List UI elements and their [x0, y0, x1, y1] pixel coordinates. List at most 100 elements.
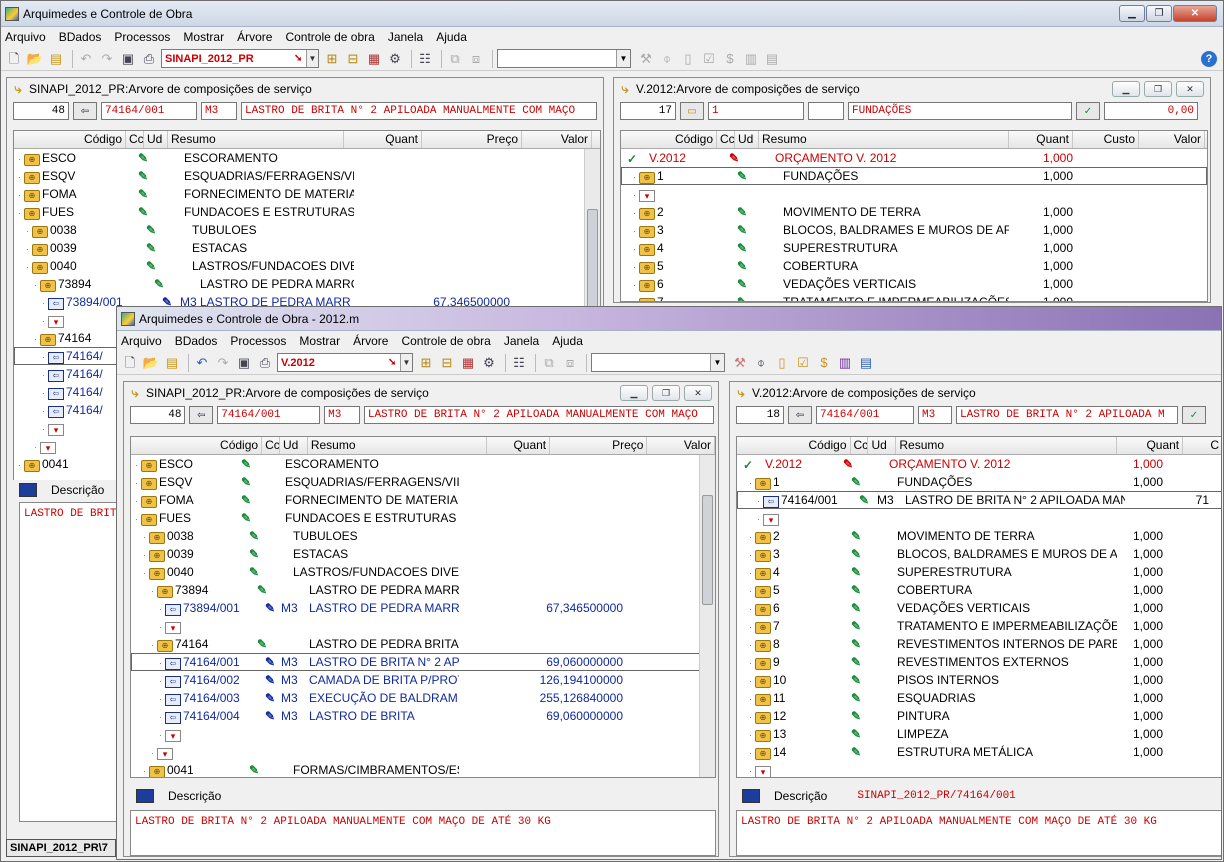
record-count-field[interactable]: 18: [736, 406, 784, 424]
child-minimize-button[interactable]: ▁: [1112, 81, 1140, 97]
tree-row[interactable]: · ⊕ 0040 ✎ LASTROS/FUNDACOES DIVE: [131, 563, 715, 581]
undo-icon[interactable]: ↶: [77, 50, 95, 68]
unit-field[interactable]: [808, 102, 844, 120]
code-field[interactable]: 74164/001: [217, 406, 321, 424]
composition-icon[interactable]: ✎: [263, 602, 277, 614]
menu-mostrar[interactable]: Mostrar: [183, 30, 224, 44]
composition-icon[interactable]: ✎: [849, 530, 863, 542]
record-count-field[interactable]: 48: [13, 102, 69, 120]
folder-icon[interactable]: ⊕: [639, 243, 655, 256]
menu-arvore[interactable]: Árvore: [237, 30, 272, 44]
service-item-icon[interactable]: ⇦: [48, 369, 64, 382]
chevron-down-icon[interactable]: ▼: [306, 50, 318, 67]
folder-icon[interactable]: ⊕: [141, 459, 157, 472]
folder-icon[interactable]: ⊕: [755, 693, 771, 706]
menu-bdados[interactable]: BDados: [59, 30, 102, 44]
folder-icon[interactable]: ⊕: [149, 549, 165, 562]
col-cc[interactable]: Cc: [262, 437, 280, 454]
tree-view-icon[interactable]: ☷: [510, 354, 528, 372]
check-doc-icon[interactable]: ☑: [794, 354, 812, 372]
menu-controle-de-obra[interactable]: Controle de obra: [401, 334, 490, 348]
tree-row[interactable]: · ▾: [131, 725, 715, 743]
add-item-icon[interactable]: ▾: [40, 441, 56, 454]
tree-add-icon[interactable]: ⊞: [417, 354, 435, 372]
report-icon[interactable]: ▦: [459, 354, 477, 372]
folder-icon[interactable]: ⊕: [157, 585, 173, 598]
tree-row[interactable]: · ⊕ 2 ✎ MOVIMENTO DE TERRA 1,000: [737, 527, 1221, 545]
database-icon[interactable]: ▤: [47, 50, 65, 68]
window-cascade-icon[interactable]: ⧈: [467, 50, 485, 68]
money-icon[interactable]: $: [721, 50, 739, 68]
composition-icon[interactable]: ✎: [144, 242, 158, 254]
composition-icon[interactable]: ✎: [144, 224, 158, 236]
tree-row[interactable]: · ⊕ 2 ✎ MOVIMENTO DE TERRA 1,000: [621, 203, 1207, 221]
folder-tree-icon[interactable]: ⊟: [344, 50, 362, 68]
composition-icon[interactable]: ✎: [849, 602, 863, 614]
composition-icon[interactable]: ✎: [144, 260, 158, 272]
folder-icon[interactable]: ⊕: [24, 207, 40, 220]
menu-ajuda[interactable]: Ajuda: [552, 334, 583, 348]
col-ud[interactable]: Ud: [144, 131, 168, 148]
col-preco[interactable]: Preço: [550, 437, 648, 454]
tree-row[interactable]: · ⊕ 73894 ✎ LASTRO DE PEDRA MARRC: [14, 275, 600, 293]
child-maximize-button[interactable]: ❐: [1144, 81, 1172, 97]
service-item-icon[interactable]: ⇦: [48, 297, 64, 310]
tree-row[interactable]: · ▾: [737, 509, 1221, 527]
col-resumo[interactable]: Resumo: [759, 131, 1009, 148]
tree-add-icon[interactable]: ⊞: [323, 50, 341, 68]
composition-icon[interactable]: ✎: [255, 638, 269, 650]
col-quant[interactable]: Quant: [344, 131, 422, 148]
tree-row[interactable]: · ⇦ 74164/001 ✎ M3 LASTRO DE BRITA N° 2 AP 69,…: [131, 653, 715, 671]
folder-icon[interactable]: ⊕: [40, 279, 56, 292]
tree-row[interactable]: · ⊕ 11 ✎ ESQUADRIAS 1,000: [737, 689, 1221, 707]
composition-icon[interactable]: ✎: [841, 458, 855, 470]
redo-icon[interactable]: ↷: [214, 354, 232, 372]
open-folder-icon[interactable]: 📂: [142, 354, 160, 372]
record-count-field[interactable]: 17: [620, 102, 676, 120]
composition-icon[interactable]: ✎: [152, 278, 166, 290]
tree-row[interactable]: · ⊕ ESCO ✎ ESCORAMENTO: [131, 455, 715, 473]
menu-processos[interactable]: Processos: [114, 30, 170, 44]
composition-icon[interactable]: ✎: [247, 548, 261, 560]
composition-icon[interactable]: ✎: [849, 548, 863, 560]
save-icon[interactable]: ▣: [235, 354, 253, 372]
composition-icon[interactable]: ✎: [849, 728, 863, 740]
col-resumo[interactable]: Resumo: [308, 437, 487, 454]
col-codigo[interactable]: Código: [621, 131, 717, 148]
database-selector[interactable]: SINAPI_2012_PR ➘ ▼: [161, 49, 319, 68]
budget-icon[interactable]: ✓: [1182, 406, 1206, 424]
add-item-icon[interactable]: ▾: [165, 621, 181, 634]
tree-row[interactable]: · ⊕ 1 ✎ FUNDAÇÕES 1,000: [737, 473, 1221, 491]
tree-row[interactable]: · ⊕ 4 ✎ SUPERESTRUTURA 1,000: [737, 563, 1221, 581]
calc-icon[interactable]: ⚙: [386, 50, 404, 68]
service-item-icon[interactable]: ⇦: [165, 657, 181, 670]
folder-icon[interactable]: ⊕: [755, 603, 771, 616]
folder-icon[interactable]: ⊕: [24, 171, 40, 184]
tree-row[interactable]: · ⊕ 9 ✎ REVESTIMENTOS EXTERNOS 1,000: [737, 653, 1221, 671]
tree-row[interactable]: · ⊕ 0038 ✎ TUBULOES: [131, 527, 715, 545]
folder-icon[interactable]: ⊕: [24, 459, 40, 472]
tree-row[interactable]: · ⊕ 1 ✎ FUNDAÇÕES 1,000: [621, 167, 1207, 185]
budget-root-icon[interactable]: ✓: [625, 153, 639, 165]
menu-janela[interactable]: Janela: [388, 30, 423, 44]
tree-row[interactable]: · ⇦ 74164/001 ✎ M3 LASTRO DE BRITA N° 2 APILO…: [737, 491, 1221, 509]
composition-tree-grid[interactable]: Código Cc Ud Resumo Quant Preço Valor · ⊕…: [130, 436, 716, 778]
database-icon[interactable]: ▤: [163, 354, 181, 372]
tree-row[interactable]: ✓ V.2012 ✎ ORÇAMENTO V. 2012 1,000: [737, 455, 1221, 473]
tree-row[interactable]: · ⊕ 0039 ✎ ESTACAS: [131, 545, 715, 563]
calc-icon[interactable]: ⚙: [480, 354, 498, 372]
composition-icon[interactable]: ✎: [735, 260, 749, 272]
tree-row[interactable]: · ⊕ 4 ✎ SUPERESTRUTURA 1,000: [621, 239, 1207, 257]
summary-field[interactable]: LASTRO DE BRITA N° 2 APILOADA MANUALMENT…: [363, 406, 714, 424]
clip-icon[interactable]: ⌽: [752, 354, 770, 372]
tree-row[interactable]: · ⊕ FOMA ✎ FORNECIMENTO DE MATERIA: [131, 491, 715, 509]
folder-icon[interactable]: ⊕: [755, 639, 771, 652]
record-count-field[interactable]: 48: [130, 406, 186, 424]
folder-icon[interactable]: ⊕: [24, 153, 40, 166]
folder-icon[interactable]: ▭: [680, 102, 704, 120]
folder-icon[interactable]: ⊕: [141, 495, 157, 508]
tree-row[interactable]: · ⊕ 12 ✎ PINTURA 1,000: [737, 707, 1221, 725]
composition-icon[interactable]: ✎: [239, 494, 253, 506]
composition-icon[interactable]: ✎: [735, 224, 749, 236]
tree-row[interactable]: · ⊕ 10 ✎ PISOS INTERNOS 1,000: [737, 671, 1221, 689]
